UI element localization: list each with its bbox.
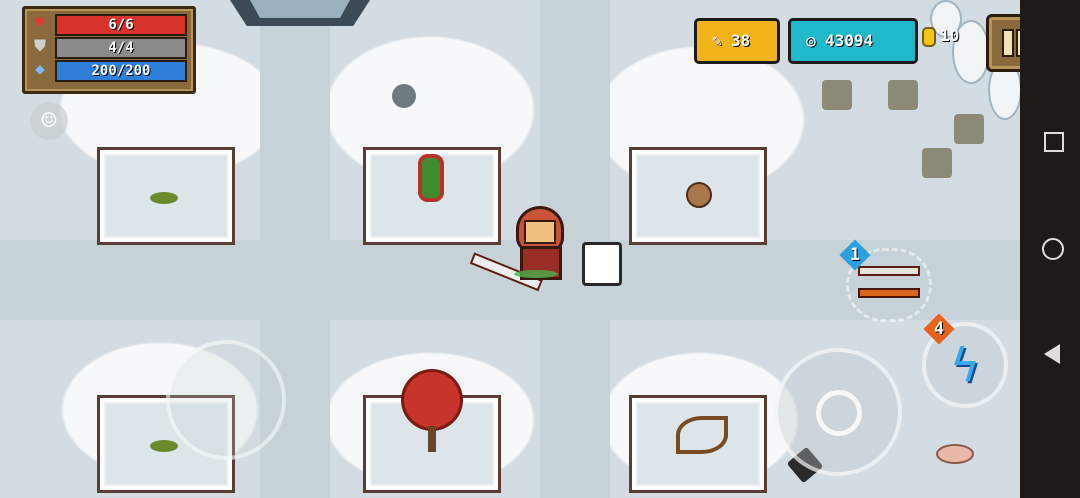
heart-icon: ♥ xyxy=(35,13,45,32)
coins-counter: 10 xyxy=(922,26,959,47)
armor-bar: 4/4 xyxy=(55,37,187,59)
coins-value: 10 xyxy=(940,26,960,45)
stats-panel: ♥ 6/6 ⛊ 4/4 ◆ 200/200 xyxy=(22,6,196,94)
root-plant xyxy=(676,416,728,454)
minimap xyxy=(250,0,350,18)
smiley-icon[interactable]: ☺ xyxy=(30,102,68,140)
secondary-weapon-icon xyxy=(858,288,920,298)
tree-trunk xyxy=(428,426,436,452)
materials-counter[interactable]: ✎ 38 xyxy=(694,18,780,64)
garden-plot[interactable] xyxy=(632,150,764,242)
home-button[interactable] xyxy=(1042,238,1064,260)
attack-button[interactable] xyxy=(774,348,902,476)
berry-plant xyxy=(418,154,444,202)
lightning-icon: ϟ xyxy=(951,338,979,392)
back-button[interactable] xyxy=(1044,344,1060,364)
player-character xyxy=(508,206,566,280)
cat-pet xyxy=(582,242,622,286)
gems-value: 43094 xyxy=(825,31,874,50)
movement-joystick[interactable] xyxy=(166,340,286,460)
hp-bar: 6/6 xyxy=(55,14,187,36)
dead-bush xyxy=(922,148,952,178)
sprout-plant xyxy=(150,440,178,452)
hero-face xyxy=(524,220,556,244)
dead-bush xyxy=(822,80,852,110)
skill-charges-badge: 4 xyxy=(923,313,955,345)
red-tree xyxy=(404,372,460,428)
garden-plot[interactable] xyxy=(366,150,498,242)
gems-counter[interactable]: ◎ 43094 xyxy=(788,18,918,64)
recent-apps-button[interactable] xyxy=(1044,132,1064,152)
weapon-slot-badge: 1 xyxy=(839,239,871,271)
sprout-plant xyxy=(150,192,178,204)
garden-plot[interactable] xyxy=(100,150,232,242)
primary-weapon-icon xyxy=(858,266,920,276)
diamond-icon: ◆ xyxy=(35,59,45,78)
bulb-plant xyxy=(686,182,712,208)
rock xyxy=(392,84,416,108)
meat-item[interactable] xyxy=(936,444,974,464)
dead-bush xyxy=(954,114,984,144)
garden-plot[interactable] xyxy=(366,372,498,490)
energy-bar: 200/200 xyxy=(55,60,187,82)
pause-icon xyxy=(1002,29,1014,57)
dead-bush xyxy=(888,80,918,110)
gem-icon: ◎ xyxy=(806,31,816,50)
feather-icon: ✎ xyxy=(712,31,722,50)
shield-icon: ⛊ xyxy=(33,36,46,55)
materials-value: 38 xyxy=(731,31,751,50)
coin-icon xyxy=(922,26,936,47)
hero-shadow xyxy=(514,270,558,278)
garden-plot[interactable] xyxy=(632,398,764,490)
crosshair-icon xyxy=(816,390,862,436)
